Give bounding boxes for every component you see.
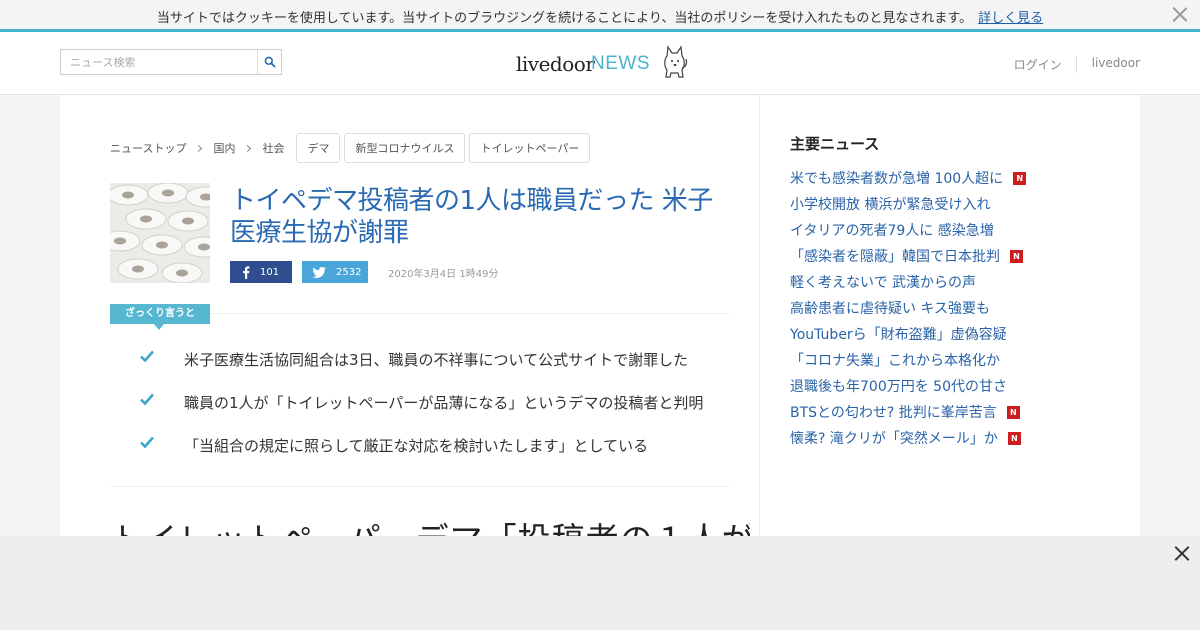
news-item[interactable]: 退職後も年700万円を 50代の甘さ	[790, 373, 1120, 399]
tag-list: デマ 新型コロナウイルス トイレットペーパー	[296, 133, 594, 163]
cookie-text: 当サイトではクッキーを使用しています。当サイトのブラウジングを続けることにより、…	[156, 11, 973, 26]
article-column: ニューストップ 国内 社会 デマ 新型コロナウイルス トイレットペーパー トイペ…	[60, 95, 760, 559]
cookie-details-link[interactable]: 詳しく見る	[978, 11, 1043, 26]
summary-text: 職員の1人が「トイレットペーパーが品薄になる」というデマの投稿者と判明	[184, 394, 704, 412]
news-item[interactable]: 小学校開放 横浜が緊急受け入れ	[790, 191, 1120, 217]
tag-item[interactable]: 新型コロナウイルス	[344, 133, 466, 163]
facebook-icon	[243, 265, 250, 279]
summary-item: 職員の1人が「トイレットペーパーが品薄になる」というデマの投稿者と判明	[140, 392, 740, 435]
login-link[interactable]: ログイン	[1014, 56, 1077, 73]
news-link[interactable]: YouTuberら「財布盗難」虚偽容疑	[790, 324, 1007, 344]
news-link[interactable]: 小学校開放 横浜が緊急受け入れ	[790, 194, 990, 214]
news-item[interactable]: YouTuberら「財布盗難」虚偽容疑	[790, 321, 1120, 347]
summary-list: 米子医療生活協同組合は3日、職員の不祥事について公式サイトで謝罪した 職員の1人…	[140, 349, 740, 478]
divider	[110, 486, 730, 487]
chevron-right-icon	[195, 144, 203, 152]
twitter-share-button[interactable]: 2532	[302, 261, 368, 283]
twitter-icon	[312, 266, 326, 278]
main-content: ニューストップ 国内 社会 デマ 新型コロナウイルス トイレットペーパー トイペ…	[60, 95, 1140, 559]
summary-text: 米子医療生活協同組合は3日、職員の不祥事について公式サイトで謝罪した	[184, 351, 689, 369]
facebook-count: 101	[260, 266, 280, 278]
news-item[interactable]: 軽く考えないで 武漢からの声	[790, 269, 1120, 295]
news-item[interactable]: 「感染者を隠蔽」韓国で日本批判 N	[790, 243, 1120, 269]
chevron-right-icon	[244, 144, 252, 152]
header-nav: ログイン livedoor	[1014, 56, 1140, 73]
toilet-paper-image	[110, 183, 210, 283]
facebook-share-button[interactable]: 101	[230, 261, 292, 283]
logo-news: NEWS	[591, 53, 650, 74]
search-box	[60, 49, 282, 75]
news-link[interactable]: イタリアの死者79人に 感染急増	[790, 220, 994, 240]
news-link[interactable]: BTSとの匂わせ? 批判に峯岸苦言	[790, 402, 997, 422]
news-link[interactable]: 軽く考えないで 武漢からの声	[790, 272, 976, 292]
new-badge: N	[1007, 431, 1021, 445]
summary-item: 「当組合の規定に照らして厳正な対応を検討いたします」としている	[140, 435, 740, 478]
livedoor-link[interactable]: livedoor	[1077, 56, 1140, 73]
breadcrumb: ニューストップ 国内 社会 デマ 新型コロナウイルス トイレットペーパー	[110, 133, 594, 163]
news-item[interactable]: 米でも感染者数が急増 100人超に N	[790, 165, 1120, 191]
news-item[interactable]: 「コロナ失業」これから本格化か	[790, 347, 1120, 373]
news-link[interactable]: 高齢患者に虐待疑い キス強要も	[790, 298, 990, 318]
new-badge: N	[1006, 405, 1020, 419]
dog-mascot-icon	[664, 45, 688, 78]
news-item[interactable]: 懐柔? 滝クリが「突然メール」か N	[790, 425, 1120, 451]
top-news-list: 米でも感染者数が急増 100人超に N 小学校開放 横浜が緊急受け入れ イタリアの…	[790, 165, 1120, 451]
share-bar: 101 2532 2020年3月4日 1時49分	[230, 261, 498, 283]
article-date: 2020年3月4日 1時49分	[388, 268, 499, 280]
tag-item[interactable]: トイレットペーパー	[469, 133, 591, 163]
news-item[interactable]: イタリアの死者79人に 感染急増	[790, 217, 1120, 243]
twitter-count: 2532	[336, 266, 362, 278]
news-item[interactable]: BTSとの匂わせ? 批判に峯岸苦言 N	[790, 399, 1120, 425]
logo-livedoor: livedoor	[516, 52, 595, 76]
sidebar-title: 主要ニュース	[790, 135, 880, 153]
search-button[interactable]	[257, 50, 281, 74]
news-link[interactable]: 米でも感染者数が急増 100人超に	[790, 168, 1003, 188]
ad-banner	[0, 536, 1200, 630]
search-icon	[264, 56, 276, 68]
news-link[interactable]: 退職後も年700万円を 50代の甘さ	[790, 376, 1007, 396]
new-badge: N	[1013, 171, 1027, 185]
checkmark-icon	[140, 436, 154, 448]
cookie-notice: 当サイトではクッキーを使用しています。当サイトのブラウジングを続けることにより、…	[0, 7, 1200, 26]
breadcrumb-domestic[interactable]: 国内	[213, 140, 235, 156]
search-input[interactable]	[61, 50, 257, 74]
breadcrumb-society[interactable]: 社会	[262, 140, 284, 156]
site-header: livedoor NEWS ログイン livedoor	[0, 32, 1200, 95]
divider	[210, 313, 730, 314]
summary-text: 「当組合の規定に照らして厳正な対応を検討いたします」としている	[184, 437, 649, 455]
news-item[interactable]: 高齢患者に虐待疑い キス強要も	[790, 295, 1120, 321]
summary-label: ざっくり言うと	[110, 304, 210, 330]
news-link[interactable]: 「感染者を隠蔽」韓国で日本批判	[790, 246, 1000, 266]
checkmark-icon	[140, 350, 154, 362]
article-headline: トイペデマ投稿者の1人は職員だった 米子医療生協が謝罪	[230, 186, 713, 248]
article-thumbnail	[110, 183, 210, 283]
close-icon[interactable]	[1174, 545, 1190, 561]
news-link[interactable]: 「コロナ失業」これから本格化か	[790, 350, 1000, 370]
breadcrumb-news-top[interactable]: ニューストップ	[110, 140, 186, 156]
tag-item[interactable]: デマ	[296, 133, 341, 163]
news-link[interactable]: 懐柔? 滝クリが「突然メール」か	[790, 428, 998, 448]
close-icon[interactable]	[1172, 6, 1188, 22]
checkmark-icon	[140, 393, 154, 405]
summary-item: 米子医療生活協同組合は3日、職員の不祥事について公式サイトで謝罪した	[140, 349, 740, 392]
new-badge: N	[1010, 249, 1023, 263]
cookie-bar: 当サイトではクッキーを使用しています。当サイトのブラウジングを続けることにより、…	[0, 0, 1200, 32]
